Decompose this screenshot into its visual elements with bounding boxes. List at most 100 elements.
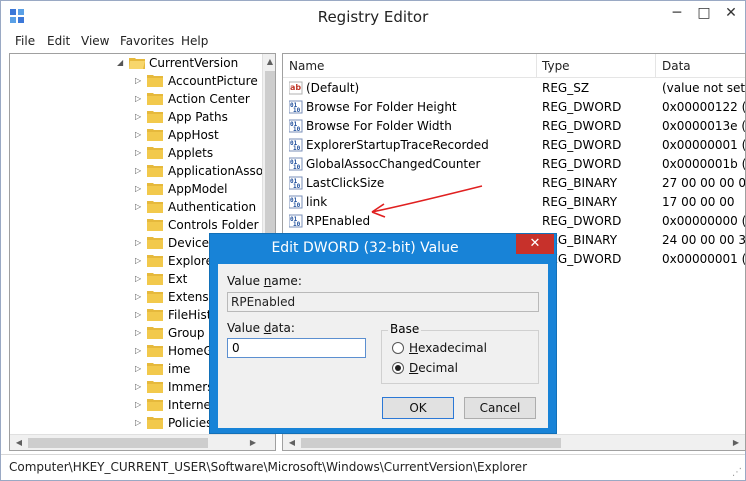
menu-bar: File Edit View Favorites Help: [1, 32, 745, 52]
folder-icon: [147, 93, 163, 105]
tree-item[interactable]: ▷ App Paths: [10, 108, 262, 126]
hexadecimal-label[interactable]: Hexadecimal: [409, 341, 487, 355]
list-row[interactable]: 01 10 LastClickSize REG_BINARY 27 00 00 00 0…: [283, 174, 746, 193]
folder-icon: [147, 273, 163, 285]
tree-hscroll-thumb[interactable]: [28, 438, 208, 448]
value-data-input[interactable]: 0: [227, 338, 366, 358]
folder-icon: [147, 183, 163, 195]
binary-value-icon: 0110: [289, 119, 303, 133]
tree-item-label: AccountPicture: [168, 74, 258, 88]
binary-value-icon: 0110: [289, 100, 303, 114]
maximize-button[interactable]: □: [690, 2, 718, 24]
folder-icon: [147, 75, 163, 87]
hexadecimal-radio[interactable]: [392, 342, 404, 354]
dialog-close-button[interactable]: ✕: [516, 234, 554, 254]
value-data-label: Value data:: [227, 321, 295, 335]
expand-arrow-icon[interactable]: ▷: [135, 144, 143, 162]
title-bar[interactable]: Registry Editor ─ □ ✕: [1, 1, 745, 31]
decimal-radio[interactable]: [392, 362, 404, 374]
expand-arrow-icon[interactable]: ▷: [135, 126, 143, 144]
folder-icon: [147, 111, 163, 123]
expand-arrow-icon[interactable]: ▷: [135, 306, 143, 324]
close-button[interactable]: ✕: [717, 2, 745, 24]
expand-arrow-icon[interactable]: ▷: [135, 72, 143, 90]
collapse-arrow-icon[interactable]: ◢: [117, 54, 125, 72]
column-header-name[interactable]: Name: [289, 59, 324, 73]
expand-arrow-icon[interactable]: ▷: [135, 342, 143, 360]
list-row[interactable]: 01 10 Browse For Folder Height REG_DWORD 0x0…: [283, 98, 745, 117]
menu-help[interactable]: Help: [181, 34, 208, 48]
list-row[interactable]: 01 10 ExplorerStartupTraceRecorded REG_DWOR…: [283, 136, 745, 155]
list-header: Name Type Data: [283, 54, 745, 78]
svg-text:10: 10: [293, 126, 301, 133]
list-row[interactable]: ab (Default) REG_SZ (value not set): [283, 79, 745, 98]
cell-type: REG_DWORD: [542, 100, 622, 114]
svg-text:10: 10: [293, 183, 301, 190]
radio-selected-dot: [395, 365, 401, 371]
tree-horizontal-scrollbar[interactable]: ◀ ▶: [10, 434, 275, 450]
tree-item[interactable]: ▷ AccountPicture: [10, 72, 262, 90]
base-group-label: Base: [388, 322, 422, 336]
list-row[interactable]: 01 10 Browse For Folder Width REG_DWORD 0x00…: [283, 117, 746, 136]
tree-item[interactable]: ▷ Applets: [10, 144, 262, 162]
tree-item[interactable]: ▷ ApplicationAssoc: [10, 162, 270, 180]
cell-data: 27 00 00 00 0f 0: [662, 176, 746, 190]
status-key-path: Computer\HKEY_CURRENT_USER\Software\Micr…: [9, 460, 527, 474]
scroll-left-arrow-icon[interactable]: ◀: [12, 438, 26, 447]
decimal-label[interactable]: Decimal: [409, 361, 458, 375]
expand-arrow-icon[interactable]: ▷: [135, 90, 143, 108]
cell-data: 0x0000001b (27: [662, 157, 746, 171]
expand-arrow-icon[interactable]: ▷: [135, 270, 143, 288]
list-horizontal-scrollbar[interactable]: ◀ ▶: [283, 434, 745, 450]
expand-arrow-icon[interactable]: ▷: [135, 162, 143, 180]
menu-file[interactable]: File: [15, 34, 35, 48]
list-row[interactable]: 0110RPEnabledREG_DWORD0x00000000 (0): [283, 212, 746, 231]
tree-item-label: ApplicationAssoc: [168, 164, 270, 178]
folder-icon: [147, 165, 163, 177]
expand-arrow-icon[interactable]: ▷: [135, 180, 143, 198]
tree-item[interactable]: ▷ Authentication: [10, 198, 262, 216]
svg-text:ab: ab: [290, 83, 301, 92]
scroll-left-arrow-icon[interactable]: ◀: [285, 438, 299, 447]
tree-item[interactable]: ▷ AppModel: [10, 180, 262, 198]
svg-text:10: 10: [293, 202, 301, 209]
expand-arrow-icon[interactable]: ▷: [135, 360, 143, 378]
cell-type: REG_DWORD: [542, 214, 622, 228]
scroll-right-arrow-icon[interactable]: ▶: [729, 438, 743, 447]
list-row[interactable]: 01 10 GlobalAssocChangedCounter REG_DWORD 0x…: [283, 155, 746, 174]
menu-view[interactable]: View: [81, 34, 109, 48]
expand-arrow-icon[interactable]: ▷: [135, 198, 143, 216]
cell-type: REG_DWORD: [542, 157, 622, 171]
list-hscroll-thumb[interactable]: [301, 438, 561, 448]
expand-arrow-icon[interactable]: ▷: [135, 396, 143, 414]
scroll-up-arrow-icon[interactable]: ▲: [263, 57, 275, 66]
expand-arrow-icon[interactable]: ▷: [135, 378, 143, 396]
expand-arrow-icon[interactable]: ▷: [135, 288, 143, 306]
expand-arrow-icon[interactable]: ▷: [135, 324, 143, 342]
cell-data: 0x00000000 (0): [662, 214, 746, 228]
cell-data: 0x0000013e (31: [662, 119, 746, 133]
tree-item[interactable]: Controls Folder: [10, 216, 262, 234]
menu-edit[interactable]: Edit: [47, 34, 70, 48]
scroll-right-arrow-icon[interactable]: ▶: [246, 438, 260, 447]
column-header-type[interactable]: Type: [542, 59, 570, 73]
column-header-data[interactable]: Data: [662, 59, 691, 73]
value-name-field: RPEnabled: [227, 292, 539, 312]
expand-arrow-icon[interactable]: ▷: [135, 252, 143, 270]
tree-item[interactable]: ▷ AppHost: [10, 126, 262, 144]
minimize-button[interactable]: ─: [663, 2, 691, 24]
cell-name: (Default): [306, 81, 360, 95]
edit-dword-dialog[interactable]: Edit DWORD (32-bit) Value ✕ Value name: …: [209, 233, 557, 434]
tree-item-currentversion[interactable]: ◢ CurrentVersion: [10, 54, 262, 72]
expand-arrow-icon[interactable]: ▷: [135, 414, 143, 432]
expand-arrow-icon[interactable]: ▷: [135, 234, 143, 252]
tree-item[interactable]: ▷ Action Center: [10, 90, 262, 108]
menu-favorites[interactable]: Favorites: [120, 34, 174, 48]
list-row[interactable]: 01 10 link REG_BINARY 17 00 00 00: [283, 193, 745, 212]
cancel-button[interactable]: Cancel: [464, 397, 536, 419]
column-separator[interactable]: [536, 54, 537, 78]
ok-button[interactable]: OK: [382, 397, 454, 419]
expand-arrow-icon[interactable]: ▷: [135, 108, 143, 126]
resize-grip-icon[interactable]: ⋰: [732, 467, 742, 478]
column-separator[interactable]: [655, 54, 656, 78]
